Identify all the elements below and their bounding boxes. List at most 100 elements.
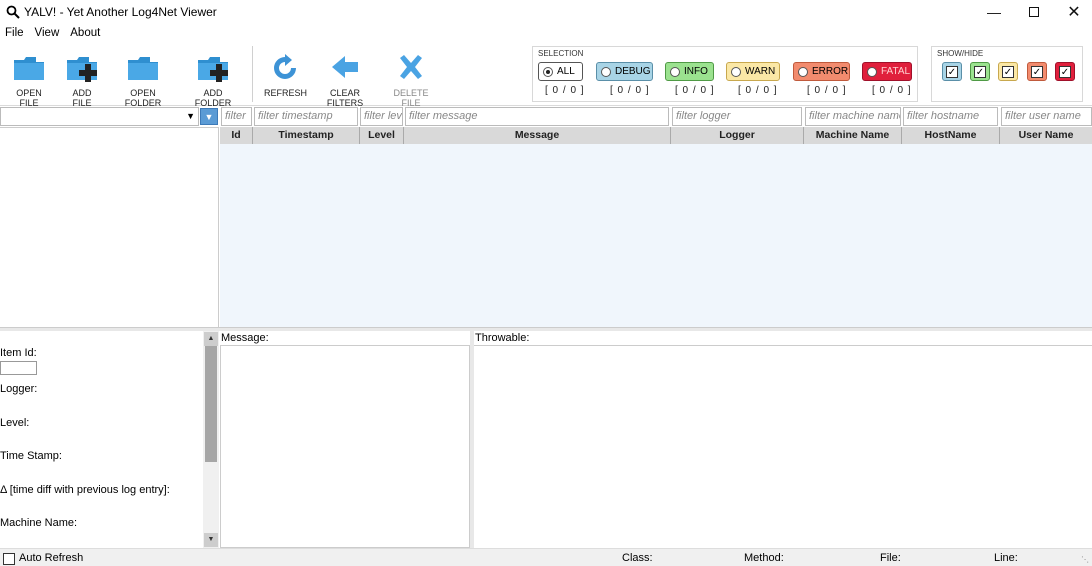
combo-dropdown-button[interactable]: ▼ bbox=[200, 108, 218, 125]
filter-hostname-input[interactable]: filter hostname bbox=[903, 107, 998, 126]
file-combo[interactable]: ▼ bbox=[0, 107, 199, 126]
level-label: Level: bbox=[0, 417, 30, 429]
level-fatal-radio[interactable]: FATAL bbox=[862, 62, 912, 81]
refresh-label: REFRESH bbox=[264, 88, 308, 98]
window-title: YALV! - Yet Another Log4Net Viewer bbox=[24, 5, 217, 19]
auto-refresh-checkbox[interactable] bbox=[3, 553, 15, 565]
maximize-icon bbox=[1029, 7, 1039, 17]
add-folder-icon bbox=[198, 57, 228, 82]
message-pane[interactable] bbox=[220, 345, 470, 548]
file-list-panel[interactable] bbox=[0, 127, 219, 327]
file-label: File: bbox=[880, 552, 901, 564]
show-debug-checkbox[interactable]: ✓ bbox=[942, 62, 962, 81]
status-bar: Auto Refresh Class: Method: File: Line: … bbox=[0, 548, 1092, 566]
line-label: Line: bbox=[994, 552, 1018, 564]
message-pane-label: Message: bbox=[221, 332, 269, 344]
add-folder-button[interactable]: ADD FOLDER bbox=[185, 52, 241, 108]
log-grid[interactable] bbox=[220, 144, 1092, 327]
column-machine-name[interactable]: Machine Name bbox=[804, 127, 902, 144]
show-error-checkbox[interactable]: ✓ bbox=[1027, 62, 1047, 81]
refresh-icon bbox=[274, 54, 296, 79]
open-file-label: OPEN FILE bbox=[16, 88, 42, 108]
minimize-icon: — bbox=[987, 4, 1001, 20]
open-folder-button[interactable]: OPEN FOLDER bbox=[113, 52, 173, 108]
filter-id-input[interactable]: filter bbox=[221, 107, 252, 126]
show-info-checkbox[interactable]: ✓ bbox=[970, 62, 990, 81]
filter-machine-input[interactable]: filter machine name bbox=[805, 107, 901, 126]
folder-icon bbox=[14, 57, 44, 80]
checkmark-icon: ✓ bbox=[1002, 65, 1014, 78]
item-id-label: Item Id: bbox=[0, 347, 37, 359]
clear-filters-button[interactable]: CLEAR FILTERS bbox=[314, 52, 376, 108]
throwable-pane[interactable] bbox=[474, 345, 1092, 548]
menu-view[interactable]: View bbox=[30, 25, 66, 42]
item-id-field[interactable] bbox=[0, 361, 37, 375]
level-error-count: [ 0 / 0 ] bbox=[807, 85, 847, 96]
throwable-pane-label: Throwable: bbox=[475, 332, 530, 344]
scroll-thumb[interactable] bbox=[205, 346, 217, 462]
level-error-label: ERROR bbox=[812, 66, 849, 77]
level-debug-count: [ 0 / 0 ] bbox=[610, 85, 650, 96]
resize-grip-icon[interactable]: ⋱ bbox=[1081, 555, 1089, 564]
add-folder-icon bbox=[67, 57, 97, 82]
filter-row: ▼ ▼ filter filter timestamp filter level… bbox=[0, 107, 1092, 127]
column-level[interactable]: Level bbox=[360, 127, 404, 144]
showhide-group: SHOW/HIDE ✓ ✓ ✓ ✓ ✓ bbox=[931, 46, 1083, 102]
class-label: Class: bbox=[622, 552, 653, 564]
level-error-radio[interactable]: ERROR bbox=[793, 62, 850, 81]
add-file-button[interactable]: ADD FILE bbox=[62, 52, 102, 108]
radio-icon bbox=[601, 66, 611, 77]
auto-refresh-label: Auto Refresh bbox=[19, 552, 84, 564]
delete-file-button[interactable]: DELETE FILE bbox=[385, 52, 437, 108]
arrow-left-icon bbox=[332, 56, 358, 78]
column-hostname[interactable]: HostName bbox=[902, 127, 1000, 144]
column-logger[interactable]: Logger bbox=[671, 127, 804, 144]
add-file-label: ADD FILE bbox=[72, 88, 92, 108]
chevron-down-icon: ▼ bbox=[204, 112, 214, 122]
selection-group: SELECTION ALL [ 0 / 0 ] DEBUG [ 0 / 0 ] … bbox=[532, 46, 918, 102]
open-file-button[interactable]: OPEN FILE bbox=[6, 52, 52, 108]
checkmark-icon: ✓ bbox=[1031, 65, 1043, 78]
refresh-button[interactable]: REFRESH bbox=[264, 52, 308, 98]
filter-username-input[interactable]: filter user name bbox=[1001, 107, 1092, 126]
toolbar-separator bbox=[252, 46, 253, 102]
level-all-radio[interactable]: ALL bbox=[538, 62, 583, 81]
column-timestamp[interactable]: Timestamp bbox=[253, 127, 360, 144]
close-button[interactable]: ✕ bbox=[1054, 0, 1092, 24]
scroll-up-icon[interactable]: ▲ bbox=[204, 332, 218, 346]
checkmark-icon: ✓ bbox=[974, 65, 986, 78]
level-debug-label: DEBUG bbox=[615, 66, 651, 77]
level-info-count: [ 0 / 0 ] bbox=[675, 85, 715, 96]
minimize-button[interactable]: — bbox=[974, 0, 1014, 24]
column-user-name[interactable]: User Name bbox=[1000, 127, 1092, 144]
level-info-radio[interactable]: INFO bbox=[665, 62, 714, 81]
scroll-down-icon[interactable]: ▼ bbox=[204, 533, 218, 547]
filter-level-input[interactable]: filter level bbox=[360, 107, 403, 126]
timestamp-label: Time Stamp: bbox=[0, 450, 62, 462]
details-scrollbar[interactable]: ▲ ▼ bbox=[203, 331, 219, 548]
menu-about[interactable]: About bbox=[65, 25, 106, 42]
show-warn-checkbox[interactable]: ✓ bbox=[998, 62, 1018, 81]
level-all-label: ALL bbox=[557, 66, 575, 77]
menu-file[interactable]: File bbox=[0, 25, 30, 42]
menu-bar: File View About bbox=[0, 25, 106, 42]
checkmark-icon: ✓ bbox=[946, 65, 958, 78]
filter-message-input[interactable]: filter message bbox=[405, 107, 669, 126]
clear-filters-label: CLEAR FILTERS bbox=[326, 88, 364, 108]
level-warn-radio[interactable]: WARN bbox=[726, 62, 780, 81]
close-icon: ✕ bbox=[1067, 4, 1081, 21]
level-fatal-count: [ 0 / 0 ] bbox=[872, 85, 912, 96]
title-bar: YALV! - Yet Another Log4Net Viewer — ✕ bbox=[0, 0, 1092, 24]
filter-logger-input[interactable]: filter logger bbox=[672, 107, 802, 126]
maximize-button[interactable] bbox=[1014, 0, 1054, 24]
show-fatal-checkbox[interactable]: ✓ bbox=[1055, 62, 1075, 81]
level-all-count: [ 0 / 0 ] bbox=[545, 85, 585, 96]
filter-timestamp-input[interactable]: filter timestamp bbox=[254, 107, 358, 126]
radio-icon bbox=[798, 66, 808, 77]
machine-name-label: Machine Name: bbox=[0, 517, 78, 529]
add-folder-label: ADD FOLDER bbox=[194, 88, 232, 108]
selection-title: SELECTION bbox=[538, 49, 584, 58]
level-debug-radio[interactable]: DEBUG bbox=[596, 62, 653, 81]
column-id[interactable]: Id bbox=[220, 127, 253, 144]
column-message[interactable]: Message bbox=[404, 127, 671, 144]
